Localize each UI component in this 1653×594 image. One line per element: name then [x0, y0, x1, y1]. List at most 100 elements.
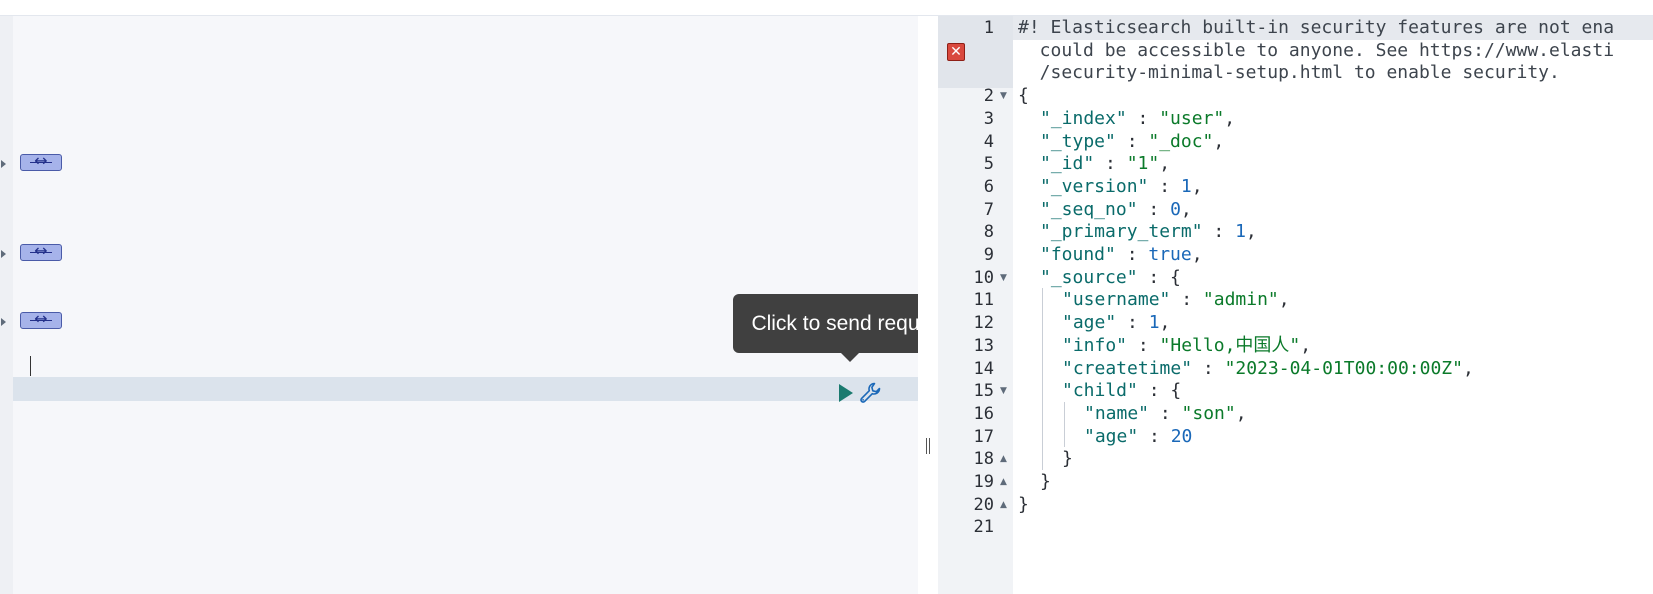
fold-expand-icon[interactable] — [20, 241, 62, 261]
line-number: 14 — [973, 358, 994, 379]
json-punct: : — [1115, 130, 1149, 152]
line-number: 19 — [973, 472, 994, 492]
line-number: 13 — [973, 335, 994, 356]
json-key: "_id" — [1040, 153, 1095, 175]
json-punct: } — [1040, 471, 1051, 492]
request-line[interactable] — [19, 219, 30, 243]
json-key: "_source" — [1040, 266, 1138, 288]
fold-expand-icon[interactable] — [20, 309, 62, 329]
json-key: "_type" — [1040, 130, 1116, 152]
line-number: 21 — [973, 517, 994, 538]
request-line[interactable] — [19, 84, 30, 108]
request-line[interactable] — [19, 129, 30, 153]
json-punct: : — [1202, 221, 1236, 243]
line-number: 3 — [983, 108, 994, 129]
response-json-line: "_index" : "user", — [1040, 107, 1235, 131]
json-string: "_doc" — [1148, 130, 1214, 152]
line-number: 9 — [983, 245, 994, 265]
json-string: "Hello,中国人" — [1159, 334, 1301, 356]
line-number: 17 — [973, 426, 994, 447]
line-number: 10 — [973, 267, 994, 288]
json-punct: : — [1148, 175, 1181, 197]
line-number: 18 — [973, 449, 994, 470]
folded-body-line[interactable] — [19, 151, 63, 176]
response-json-line: } — [1040, 470, 1051, 494]
json-value: 20 — [1170, 425, 1193, 447]
line-number: 5 — [983, 154, 994, 175]
request-line[interactable] — [19, 61, 30, 85]
json-string: "2023-04-01T00:00:00Z" — [1224, 357, 1463, 379]
json-punct: : — [1116, 312, 1149, 334]
json-key: "age" — [1062, 312, 1117, 334]
json-punct: : { — [1137, 266, 1181, 288]
panel-resizer[interactable] — [918, 16, 938, 594]
json-string: "user" — [1159, 107, 1225, 129]
json-punct: : — [1192, 357, 1225, 379]
json-punct: { — [1018, 85, 1029, 107]
response-json-line: "age" : 1, — [1062, 311, 1170, 335]
request-line[interactable] — [19, 287, 30, 311]
wrench-icon[interactable] — [858, 380, 884, 406]
json-punct: , — [1191, 175, 1203, 197]
top-bar — [0, 0, 1653, 16]
line-number: 8 — [983, 222, 994, 243]
json-punct: : — [1170, 289, 1203, 311]
json-punct: : — [1137, 198, 1171, 220]
json-key: "_seq_no" — [1040, 198, 1138, 220]
line-number: 12 — [973, 313, 994, 334]
json-value: 1 — [1148, 312, 1160, 334]
json-key: "child" — [1062, 380, 1138, 402]
response-json-line: "found" : true, — [1040, 243, 1203, 267]
response-viewer[interactable]: ✕ 1 2 3 4 5 6 7 8 9 10 11 12 13 14 15 16 17 18 19 20 21 ▼ ▼ ▼ ▲… — [938, 16, 1653, 594]
resizer-grip-icon[interactable] — [924, 438, 932, 454]
fold-close-icon[interactable]: ▲ — [1000, 493, 1010, 517]
fold-toggle-icon[interactable] — [1, 159, 6, 168]
error-icon[interactable]: ✕ — [947, 43, 965, 61]
folded-body-line[interactable] — [19, 309, 63, 334]
request-gutter — [0, 16, 13, 594]
json-punct: , — [1235, 402, 1247, 424]
fold-close-icon[interactable]: ▲ — [1000, 447, 1010, 471]
json-punct: : — [1138, 425, 1171, 447]
json-key: "createtime" — [1062, 357, 1193, 379]
send-request-play-icon[interactable] — [839, 384, 853, 402]
indent-guide — [1064, 401, 1065, 448]
folded-body-line[interactable] — [19, 241, 63, 266]
line-number: 4 — [983, 131, 994, 152]
json-punct: , — [1462, 357, 1474, 379]
json-punct: : — [1127, 334, 1160, 356]
line-number: 16 — [973, 403, 994, 424]
json-punct: } — [1062, 448, 1073, 470]
json-value: 1 — [1235, 221, 1246, 243]
response-json-line: "_primary_term" : 1, — [1040, 220, 1257, 244]
fold-close-icon[interactable]: ▲ — [1000, 470, 1010, 494]
json-key: "age" — [1084, 425, 1139, 447]
request-line[interactable] — [19, 39, 30, 63]
fold-expand-icon[interactable] — [20, 151, 62, 171]
fold-toggle-icon[interactable] — [1, 250, 6, 258]
response-json-line: "age" : 20 — [1084, 425, 1192, 449]
response-json-line: "_type" : "_doc", — [1040, 130, 1224, 154]
fold-toggle-icon[interactable] — [1, 317, 6, 326]
active-request-line[interactable] — [19, 355, 31, 379]
response-json-line: "_source" : { — [1040, 266, 1181, 290]
line-number: 1 — [983, 18, 994, 38]
active-line-highlight — [13, 377, 918, 401]
json-punct: , — [1213, 130, 1225, 152]
json-key: "_primary_term" — [1040, 221, 1203, 243]
json-key: "found" — [1040, 244, 1116, 265]
response-json-line: } — [1018, 493, 1029, 517]
fold-open-icon[interactable]: ▼ — [1000, 266, 1010, 290]
line-number: 15 — [973, 381, 994, 402]
json-value: 1 — [1180, 175, 1192, 197]
json-punct: , — [1159, 153, 1171, 175]
fold-open-icon[interactable]: ▼ — [1000, 379, 1010, 403]
response-json-line: "name" : "son", — [1084, 402, 1247, 426]
json-punct: : { — [1137, 380, 1182, 402]
json-punct: , — [1278, 289, 1290, 311]
response-json-line: "_id" : "1", — [1040, 152, 1170, 176]
indent-guide — [1042, 288, 1043, 470]
response-json-line: { — [1018, 84, 1029, 108]
fold-open-icon[interactable]: ▼ — [1000, 84, 1010, 108]
line-number: 2 — [983, 86, 994, 107]
